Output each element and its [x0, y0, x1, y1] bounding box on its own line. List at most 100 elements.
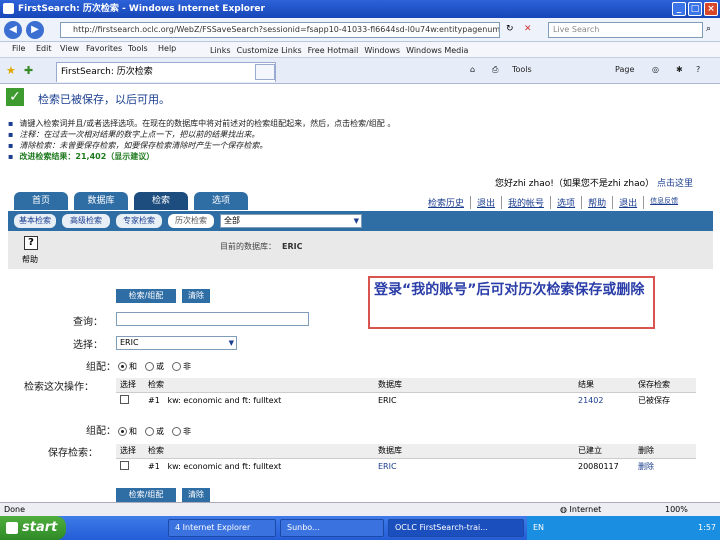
browser-tab[interactable]: FirstSearch: 历次检索	[56, 62, 276, 82]
menu-favorites[interactable]: Favorites	[86, 44, 122, 53]
print-icon[interactable]: ⎙	[492, 65, 498, 75]
zoom-level[interactable]: 100%	[665, 503, 688, 516]
menu-file[interactable]: File	[12, 44, 25, 53]
user-greeting: 您好zhi zhao!（如果您不是zhi zhao） 点击这里	[495, 179, 693, 189]
url-input[interactable]: http://firstsearch.oclc.org/WebZ/FSSaveS…	[60, 22, 500, 38]
link-history[interactable]: 检索历史	[422, 196, 472, 209]
add-favorite-icon[interactable]: ✚	[24, 64, 33, 77]
query-input[interactable]	[116, 312, 309, 326]
subtab-expert[interactable]: 专家检索	[116, 214, 162, 228]
link-help[interactable]: 帮助	[582, 196, 614, 209]
task-oclc[interactable]: OCLC FirstSearch-trai...	[388, 519, 524, 537]
link-exit[interactable]: 退出	[613, 196, 645, 209]
clear-button-bottom[interactable]: 清除	[182, 488, 210, 502]
info-panel: ? 帮助 目前的数据库： ERIC	[8, 231, 713, 269]
subtab-basic[interactable]: 基本检索	[14, 214, 56, 228]
link-customize[interactable]: Customize Links	[237, 46, 302, 55]
link-windows[interactable]: Windows	[364, 46, 400, 55]
search-icon[interactable]: ⌕	[706, 24, 711, 34]
tab-home[interactable]: 首页	[14, 192, 68, 210]
status-bar: Done ◍ Internet 100%	[0, 502, 720, 516]
refine-results-link[interactable]: 改进检索结果：21,402（显示建议）	[8, 151, 708, 162]
col-database: 数据库	[374, 378, 574, 393]
search-combine-button-bottom[interactable]: 检索/组配	[116, 488, 176, 502]
help-question-icon[interactable]: ?	[24, 236, 38, 250]
task-sunbo[interactable]: Sunbo...	[280, 519, 384, 537]
security-zone: ◍ Internet	[560, 505, 602, 514]
table-row: #1 kw: economic and ft: fulltext ERIC 21…	[116, 392, 696, 408]
delete-link[interactable]: 删除	[638, 462, 654, 471]
task-ie[interactable]: 4 Internet Explorer	[168, 519, 276, 537]
address-bar: ◀ ▶ http://firstsearch.oclc.org/WebZ/FSS…	[0, 18, 720, 42]
menu-help[interactable]: Help	[158, 44, 176, 53]
combine-radios-2: 和 或 非	[118, 426, 191, 437]
help-icon[interactable]: ?	[696, 65, 700, 74]
row-checkbox[interactable]	[120, 394, 129, 404]
radio-not[interactable]: 非	[172, 361, 191, 372]
annotation-callout: 登录“我的账号”后可对历次检索保存或删除	[368, 276, 655, 329]
tab-options[interactable]: 选项	[194, 192, 248, 210]
research-icon[interactable]: ◎	[652, 65, 659, 74]
new-tab-button[interactable]	[255, 64, 275, 80]
link-account[interactable]: 我的帐号	[502, 196, 552, 209]
globe-icon: ◍	[560, 505, 567, 514]
session-searches-label: 检索这次操作：	[24, 382, 94, 393]
col-search: 检索	[144, 378, 374, 393]
radio-or-2[interactable]: 或	[145, 426, 164, 437]
col-select: 选择	[116, 444, 144, 459]
col-delete: 删除	[634, 444, 696, 459]
minimize-icon[interactable]: _	[672, 2, 686, 16]
maximize-icon[interactable]: □	[688, 2, 702, 16]
menu-edit[interactable]: Edit	[36, 44, 52, 53]
tools-menu[interactable]: Tools	[512, 65, 532, 74]
click-here-link[interactable]: 点击这里	[657, 179, 693, 189]
row-checkbox[interactable]	[120, 460, 129, 470]
results-link[interactable]: 21402	[578, 396, 603, 405]
select-database[interactable]: ERIC	[116, 336, 237, 350]
favorites-star-icon[interactable]: ★	[6, 64, 16, 77]
language-indicator[interactable]: EN	[533, 523, 544, 532]
tab-databases[interactable]: 数据库	[74, 192, 128, 210]
tab-search[interactable]: 检索	[134, 192, 188, 210]
database-select[interactable]: 全部	[220, 214, 362, 228]
page-menu[interactable]: Page	[615, 65, 634, 74]
stop-icon[interactable]: ✕	[524, 24, 532, 34]
taskbar: start 4 Internet Explorer Sunbo... OCLC …	[0, 516, 720, 540]
subtab-history[interactable]: 历次检索	[168, 214, 214, 228]
link-windows-media[interactable]: Windows Media	[406, 46, 468, 55]
subtab-advanced[interactable]: 高级检索	[62, 214, 110, 228]
combine-label: 组配：	[86, 362, 116, 373]
database-link[interactable]: ERIC	[378, 462, 397, 471]
back-icon[interactable]: ◀	[4, 21, 22, 39]
home-icon[interactable]: ⌂	[470, 65, 475, 74]
live-search-input[interactable]: Live Search	[548, 22, 703, 38]
forward-icon[interactable]: ▶	[26, 21, 44, 39]
instruction-item: 清除检索：未曾要保存检索，如要保存检索清除时产生一个保存检索。	[8, 140, 708, 151]
checkmark-icon: ✓	[6, 88, 24, 106]
page-content: ✓ 检索已被保存，以后可用。 请键入检索词并且/或者选择选项。在现在的数据库中将…	[0, 84, 720, 502]
radio-and-2[interactable]: 和	[118, 426, 137, 437]
link-hotmail[interactable]: Free Hotmail	[308, 46, 359, 55]
menu-tools[interactable]: Tools	[128, 44, 148, 53]
session-searches-table: 选择 检索 数据库 结果 保存检索 #1 kw: economic and ft…	[116, 378, 696, 408]
tab-bar: ★ ✚ FirstSearch: 历次检索 ⌂ ⎙ Tools Page ◎ ✱…	[0, 58, 720, 84]
translate-icon[interactable]: ✱	[676, 65, 683, 74]
system-tray: EN 1:57	[527, 516, 720, 540]
link-feedback[interactable]: 信息反馈	[644, 196, 684, 209]
close-icon[interactable]: ×	[704, 2, 718, 16]
radio-or[interactable]: 或	[145, 361, 164, 372]
link-logout[interactable]: 退出	[471, 196, 503, 209]
saved-searches-table: 选择 检索 数据库 已建立 删除 #1 kw: economic and ft:…	[116, 444, 696, 474]
help-label[interactable]: 帮助	[22, 254, 38, 265]
success-message: 检索已被保存，以后可用。	[38, 93, 170, 106]
search-combine-button[interactable]: 检索/组配	[116, 289, 176, 303]
current-database: 目前的数据库： ERIC	[220, 242, 303, 251]
radio-not-2[interactable]: 非	[172, 426, 191, 437]
main-tabs: 首页 数据库 检索 选项	[14, 192, 248, 210]
start-button[interactable]: start	[0, 516, 66, 540]
radio-and[interactable]: 和	[118, 361, 137, 372]
clear-button[interactable]: 清除	[182, 289, 210, 303]
refresh-icon[interactable]: ↻	[506, 24, 514, 34]
menu-view[interactable]: View	[60, 44, 79, 53]
link-options[interactable]: 选项	[551, 196, 583, 209]
